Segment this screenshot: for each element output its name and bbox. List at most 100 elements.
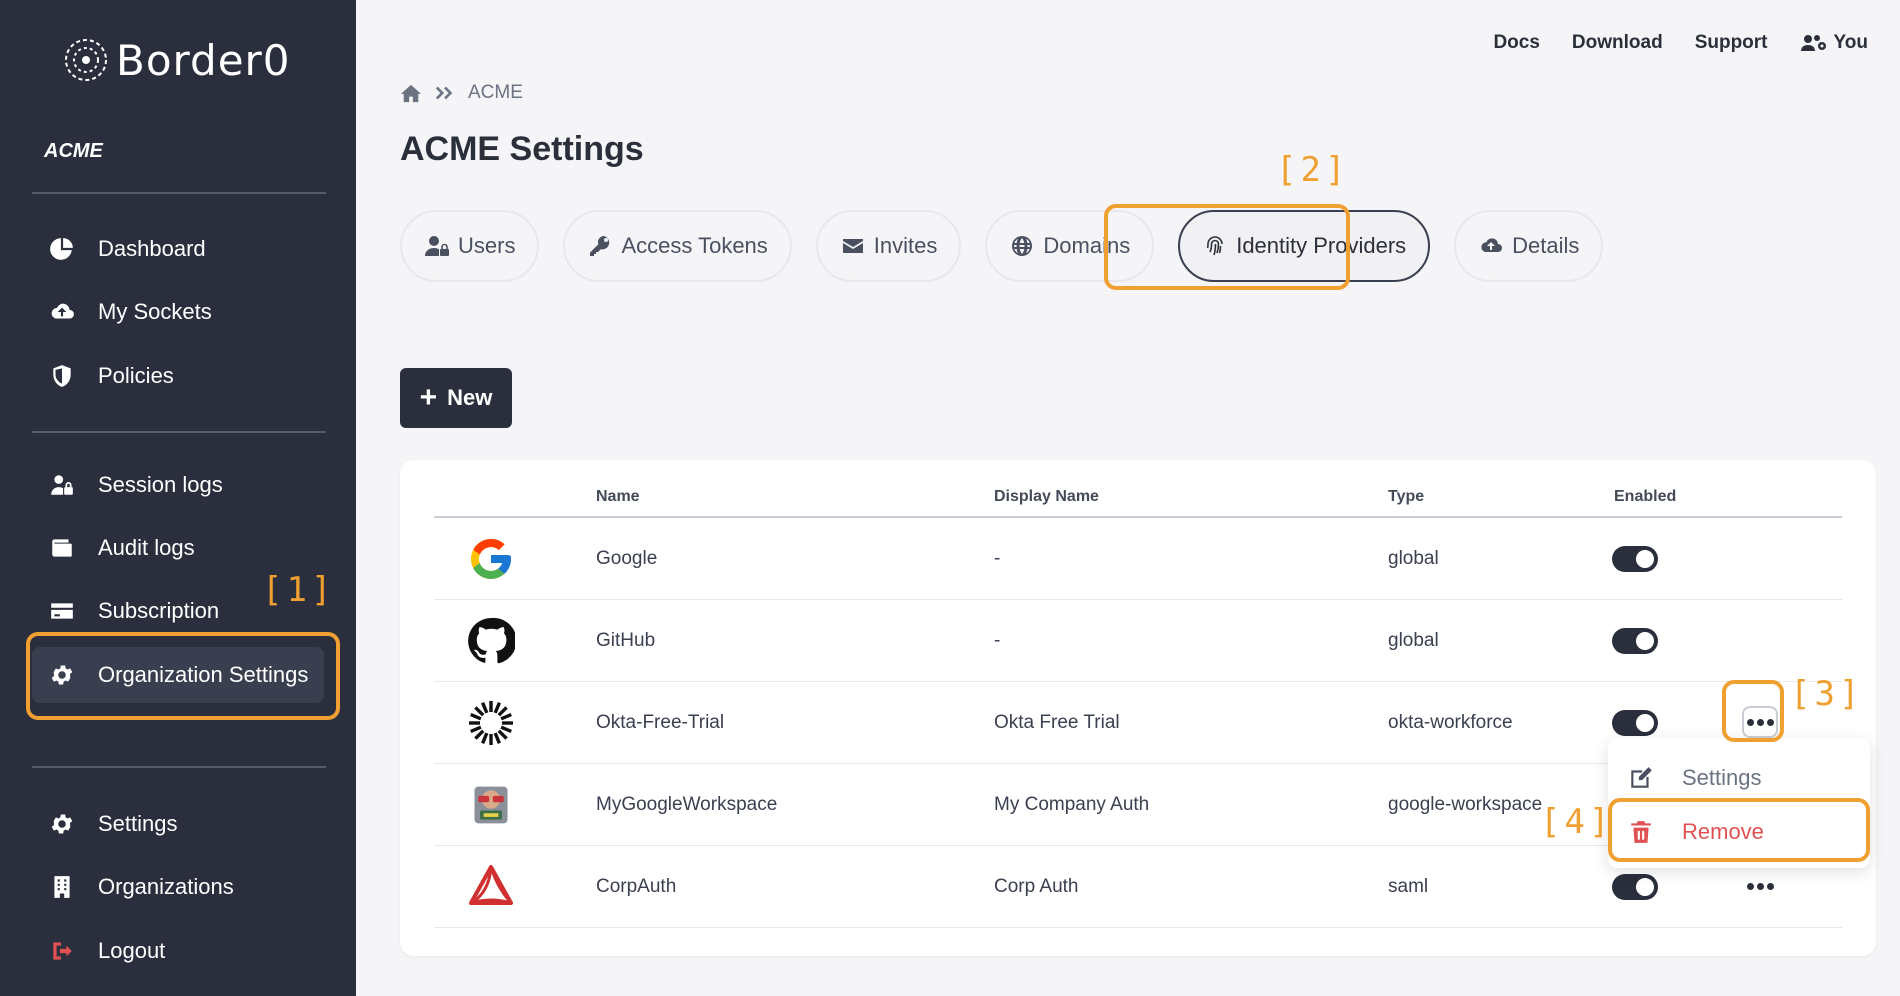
enabled-toggle[interactable] [1612, 710, 1658, 736]
tab-details[interactable]: Details [1454, 210, 1604, 282]
provider-type: google-workspace [1388, 794, 1543, 815]
download-link[interactable]: Download [1572, 32, 1663, 54]
tab-domains[interactable]: Domains [985, 210, 1155, 282]
tab-access-tokens[interactable]: Access Tokens [563, 210, 792, 282]
provider-type: global [1388, 630, 1439, 651]
row-actions-button[interactable] [1742, 870, 1778, 902]
enabled-toggle[interactable] [1612, 628, 1658, 654]
sidebar-item-label: Policies [98, 363, 174, 388]
tab-label: Access Tokens [621, 233, 768, 258]
annotation-label-3: [3] [1790, 674, 1864, 714]
tab-label: Details [1512, 233, 1580, 258]
shield-icon [46, 360, 78, 392]
breadcrumb-current[interactable]: ACME [468, 82, 523, 104]
sidebar-item-label: Dashboard [98, 236, 206, 261]
provider-name: Google [596, 548, 658, 569]
new-button-label: New [447, 385, 493, 410]
sidebar-item-session-logs[interactable]: Session logs [32, 457, 324, 513]
tab-label: Invites [873, 233, 938, 258]
menu-item-label: Settings [1682, 765, 1762, 790]
column-header-type[interactable]: Type [1388, 488, 1424, 506]
provider-name: MyGoogleWorkspace [596, 794, 778, 815]
row-actions-button[interactable] [1742, 706, 1778, 738]
table-row[interactable]: Google - global [434, 518, 1842, 600]
sidebar-item-logout[interactable]: Logout [32, 923, 324, 979]
sidebar-item-organizations[interactable]: Organizations [32, 859, 324, 915]
sign-out-icon [46, 935, 78, 967]
tab-label: Identity Providers [1236, 233, 1407, 258]
sidebar-divider [32, 766, 326, 768]
envelope-icon [842, 239, 863, 253]
sidebar-item-label: Organizations [98, 874, 234, 899]
tab-invites[interactable]: Invites [815, 210, 962, 282]
user-lock-icon [46, 469, 78, 501]
table-row[interactable]: GitHub - global [434, 600, 1842, 682]
sidebar-item-organization-settings[interactable]: Organization Settings [32, 647, 324, 703]
annotation-label-4: [4] [1540, 802, 1614, 842]
gear-icon [46, 808, 78, 840]
settings-tabs: Users Access Tokens Invites Domains Iden… [400, 210, 1604, 282]
provider-display-name: Corp Auth [994, 876, 1079, 897]
row-actions-menu: Settings Remove [1608, 738, 1870, 868]
brand-logo[interactable]: Border0 [60, 32, 291, 88]
tab-users[interactable]: Users [400, 210, 540, 282]
key-icon [590, 235, 610, 256]
annotation-label-1: [1] [262, 570, 336, 610]
chart-pie-icon [46, 233, 78, 265]
column-header-display-name[interactable]: Display Name [994, 488, 1099, 506]
sidebar: Border0 ACME Dashboard My Sockets Polici… [0, 0, 356, 996]
sidebar-item-my-sockets[interactable]: My Sockets [32, 284, 324, 340]
provider-display-name: My Company Auth [994, 794, 1150, 815]
sidebar-item-label: Settings [98, 811, 178, 836]
building-icon [46, 871, 78, 903]
breadcrumb: ACME [400, 82, 523, 104]
trash-icon [1631, 821, 1651, 843]
provider-display-name: - [994, 548, 1001, 569]
enabled-toggle[interactable] [1612, 874, 1658, 900]
users-cog-icon [1800, 35, 1826, 51]
annotation-label-2: [2] [1276, 150, 1350, 190]
provider-name: CorpAuth [596, 876, 677, 897]
fingerprint-icon [1206, 236, 1224, 256]
workspace-logo-icon [466, 780, 516, 830]
menu-item-settings[interactable]: Settings [1608, 752, 1870, 804]
menu-item-remove[interactable]: Remove [1608, 806, 1870, 858]
column-header-enabled[interactable]: Enabled [1614, 488, 1676, 506]
sidebar-item-label: My Sockets [98, 299, 212, 324]
user-lock-icon [425, 236, 449, 256]
enabled-toggle[interactable] [1612, 546, 1658, 572]
corpauth-logo-icon [466, 862, 516, 912]
menu-item-label: Remove [1682, 819, 1764, 844]
sidebar-item-policies[interactable]: Policies [32, 348, 324, 404]
user-menu[interactable]: You [1800, 32, 1868, 54]
home-icon[interactable] [400, 83, 422, 103]
edit-icon [1631, 767, 1652, 788]
org-name: ACME [44, 140, 103, 162]
sidebar-item-dashboard[interactable]: Dashboard [32, 221, 324, 277]
sidebar-item-settings[interactable]: Settings [32, 796, 324, 852]
sidebar-item-label: Logout [98, 938, 166, 963]
tab-label: Domains [1043, 233, 1131, 258]
top-nav: Docs Download Support You [1493, 32, 1868, 54]
tab-label: Users [458, 233, 516, 258]
sidebar-divider [32, 192, 326, 194]
google-logo-icon [466, 534, 516, 584]
page-title: ACME Settings [400, 130, 644, 168]
gear-icon [46, 659, 78, 691]
tab-identity-providers[interactable]: Identity Providers [1178, 210, 1431, 282]
provider-name: GitHub [596, 630, 656, 651]
column-header-name[interactable]: Name [596, 488, 640, 506]
plus-icon: + [419, 381, 438, 414]
wallet-icon [46, 532, 78, 564]
new-provider-button[interactable]: + New [400, 368, 512, 428]
credit-card-icon [46, 595, 78, 627]
support-link[interactable]: Support [1695, 32, 1768, 54]
provider-type: global [1388, 548, 1439, 569]
sidebar-item-label: Organization Settings [98, 662, 309, 687]
provider-display-name: Okta Free Trial [994, 712, 1120, 733]
okta-logo-icon [466, 698, 516, 748]
sidebar-item-audit-logs[interactable]: Audit logs [32, 520, 324, 576]
docs-link[interactable]: Docs [1493, 32, 1539, 54]
table-header: Name Display Name Type Enabled [434, 460, 1842, 518]
chevron-double-right-icon [435, 86, 453, 100]
